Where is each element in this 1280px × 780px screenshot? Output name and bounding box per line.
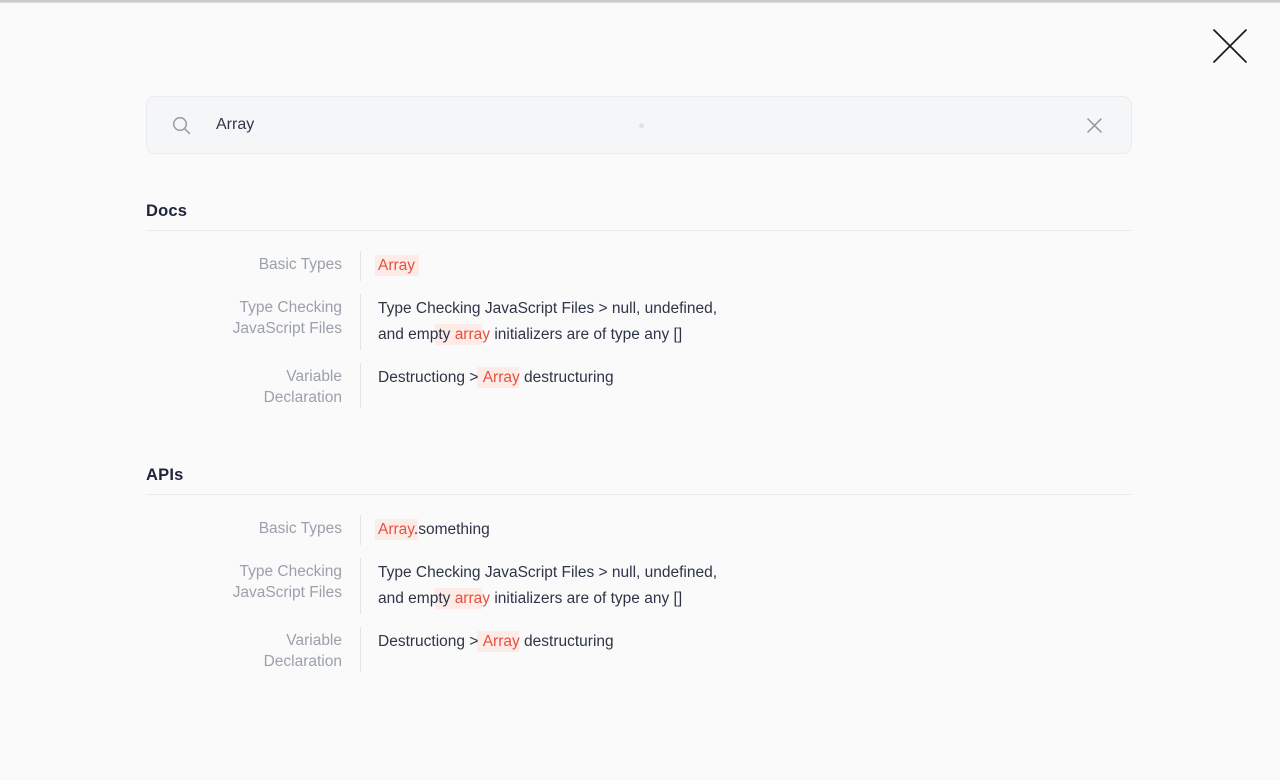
section-title: Docs xyxy=(146,202,1132,231)
search-result-row[interactable]: Basic Types Array.something xyxy=(146,515,1132,545)
section-title: APIs xyxy=(146,466,1132,495)
highlighted-match: array xyxy=(455,326,490,343)
result-breadcrumb-label: Basic Types xyxy=(146,515,342,545)
search-icon xyxy=(171,115,192,136)
result-breadcrumb-label: VariableDeclaration xyxy=(146,627,342,672)
search-result-row[interactable]: Basic Types Array xyxy=(146,251,1132,281)
highlighted-match: Array xyxy=(378,257,415,274)
result-text: Array.something xyxy=(360,515,490,545)
search-results: Docs Basic Types Array Type CheckingJavaScr… xyxy=(146,202,1132,672)
result-breadcrumb-label: VariableDeclaration xyxy=(146,363,342,408)
cursor-dot xyxy=(639,123,644,128)
x-icon xyxy=(1086,117,1103,134)
close-icon xyxy=(1212,28,1248,64)
result-breadcrumb-label: Basic Types xyxy=(146,251,342,281)
highlighted-match: array xyxy=(455,590,490,607)
result-text: Array xyxy=(360,251,415,281)
search-modal: Docs Basic Types Array Type CheckingJavaScr… xyxy=(146,96,1132,672)
search-result-row[interactable]: VariableDeclaration Destructiong > Array … xyxy=(146,363,1132,408)
search-result-row[interactable]: Type CheckingJavaScript Files Type Checki… xyxy=(146,558,1132,614)
clear-search-button[interactable] xyxy=(1082,113,1107,138)
section-rows: Basic Types Array.something Type CheckingJ… xyxy=(146,515,1132,672)
result-breadcrumb-label: Type CheckingJavaScript Files xyxy=(146,294,342,350)
results-section: Docs Basic Types Array Type CheckingJavaScr… xyxy=(146,202,1132,408)
result-breadcrumb-label: Type CheckingJavaScript Files xyxy=(146,558,342,614)
close-modal-button[interactable] xyxy=(1210,26,1250,66)
result-text: Destructiong > Array destructuring xyxy=(360,363,614,408)
top-edge-strip xyxy=(0,0,1280,3)
section-rows: Basic Types Array Type CheckingJavaScript … xyxy=(146,251,1132,408)
results-section: APIs Basic Types Array.something Type Check… xyxy=(146,466,1132,672)
highlighted-match: Array xyxy=(483,633,520,650)
search-input[interactable] xyxy=(214,115,1082,135)
result-text: Type Checking JavaScript Files > null, u… xyxy=(360,558,717,614)
search-result-row[interactable]: VariableDeclaration Destructiong > Array … xyxy=(146,627,1132,672)
search-bar xyxy=(146,96,1132,154)
result-text: Type Checking JavaScript Files > null, u… xyxy=(360,294,717,350)
search-result-row[interactable]: Type CheckingJavaScript Files Type Checki… xyxy=(146,294,1132,350)
highlighted-match: Array xyxy=(483,369,520,386)
result-text: Destructiong > Array destructuring xyxy=(360,627,614,672)
highlighted-match: Array xyxy=(378,521,414,538)
